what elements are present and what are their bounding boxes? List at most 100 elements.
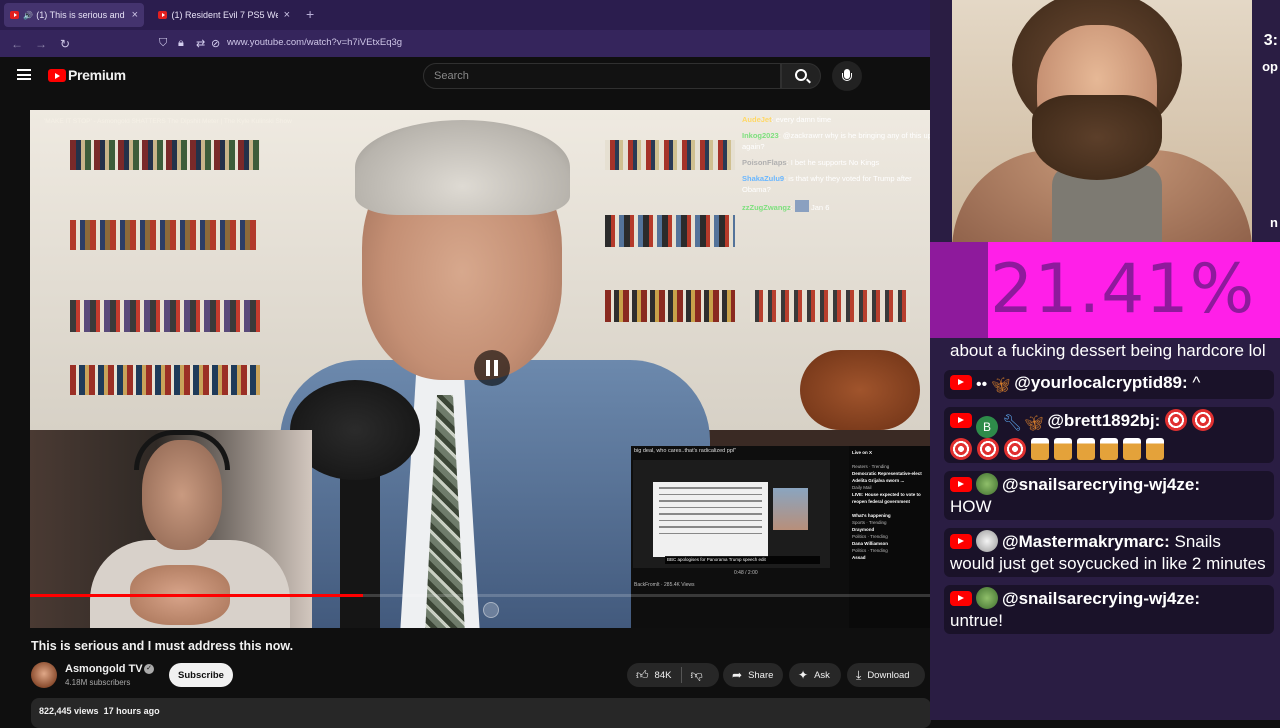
target-emote-icon	[1192, 409, 1215, 431]
chat-user: AudeJet	[742, 115, 772, 124]
url-field[interactable]: www.youtube.com/watch?v=h7iVEtxEq3g	[227, 37, 402, 48]
youtube-premium-logo[interactable]: Premium	[68, 67, 126, 83]
menu-icon[interactable]	[17, 69, 31, 80]
document-image	[653, 482, 768, 557]
person-photo	[773, 488, 808, 530]
chat-line: AudeJet: every damn time	[742, 115, 832, 124]
reload-icon[interactable]: ↻	[58, 37, 72, 51]
download-icon: ⤓	[856, 667, 862, 682]
pip-subtitle: BBC apologises for Panorama Trump speech…	[665, 556, 820, 564]
headset	[134, 430, 230, 470]
member-badge: B	[976, 416, 998, 438]
youtube-icon	[950, 534, 972, 549]
scrub-handle[interactable]	[483, 602, 499, 618]
back-icon[interactable]: ←	[10, 37, 24, 51]
shield-icon[interactable]: ⛉	[159, 37, 167, 50]
streamer-webcam	[30, 430, 312, 628]
permissions-icon[interactable]: ⇄	[196, 37, 205, 50]
download-button[interactable]: ⤓ Download	[847, 663, 925, 687]
pip-footer: BackFromIt · 285.4K Views	[634, 582, 695, 588]
butterfly-icon: 🦋︎	[1024, 415, 1044, 432]
chat-message: B 🔧︎ 🦋︎ @brett1892bj:	[944, 407, 1274, 463]
embedded-post-screenshot: big deal, who cares..that's radicalized …	[631, 446, 930, 628]
chat-line: zzZugZwangz: Jan 6	[742, 200, 930, 213]
stream-overlay-panel: 3: op n about a fucking dessert being ha…	[930, 0, 1280, 720]
share-icon: ➦	[732, 668, 743, 682]
tracking-icon[interactable]: ⊘	[211, 37, 220, 50]
pause-button[interactable]	[474, 350, 510, 386]
youtube-icon	[950, 413, 972, 428]
beer-emote-icon	[1031, 438, 1049, 460]
progress-fill	[30, 594, 363, 597]
video-progress-bar[interactable]	[30, 594, 930, 597]
percentage-value: 21.41%	[990, 250, 1256, 329]
thumbs-up-icon[interactable]: 👍︎	[636, 668, 649, 683]
frog-avatar-icon	[976, 473, 998, 495]
beer-emote-icon	[1123, 438, 1141, 460]
verified-icon: ✓	[144, 664, 154, 674]
white-avatar-icon	[976, 530, 998, 552]
percentage-banner: 21.41%	[930, 242, 1280, 338]
eyes-emote-icon: ••	[976, 376, 988, 393]
thumbs-down-icon[interactable]: 👎︎	[690, 668, 702, 683]
chat-line: Inkog2023: @zackrawrr why is he bringing…	[742, 131, 930, 151]
emote-icon	[794, 200, 809, 212]
chat-user: Inkog2023	[742, 131, 779, 140]
pip-time: 0:48 / 2:00	[734, 570, 758, 576]
like-dislike-group: 👍︎ 84K 👎︎	[627, 663, 719, 687]
frog-avatar-icon	[976, 587, 998, 609]
voice-search-button[interactable]	[832, 61, 862, 91]
stream-chat-log: about a fucking dessert being hardcore l…	[944, 322, 1274, 642]
lock-icon[interactable]: 🔒︎	[178, 37, 184, 50]
browser-tab[interactable]: (1) Resident Evil 7 PS5 Welcome ×	[152, 3, 296, 27]
cartoon-portrait	[952, 0, 1252, 242]
search-icon	[795, 69, 807, 81]
chat-message: @Mastermakrymarc: Snails would just get …	[944, 528, 1274, 577]
pip-caption: big deal, who cares..that's radicalized …	[634, 448, 737, 454]
butterfly-icon: 🦋︎	[991, 377, 1011, 394]
chat-message: @snailsarecrying-wj4ze: untrue!	[944, 585, 1274, 634]
youtube-favicon-icon	[10, 11, 20, 19]
chat-user: PoisonFlaps	[742, 158, 787, 167]
browser-tab-active[interactable]: 🔊 (1) This is serious and I must ×	[4, 3, 144, 27]
youtube-logo-icon[interactable]	[48, 69, 66, 82]
ask-button[interactable]: ✦ Ask	[789, 663, 841, 687]
video-player[interactable]: 'MAKE IT STOP' - Asmongold SHATTERS The …	[30, 110, 930, 628]
close-tab-icon[interactable]: ×	[284, 9, 290, 21]
chat-message: @snailsarecrying-wj4ze: HOW	[944, 471, 1274, 520]
share-button[interactable]: ➦ Share	[723, 663, 783, 687]
youtube-icon	[950, 375, 972, 390]
chat-user: zzZugZwangz	[742, 203, 791, 212]
subscribe-button[interactable]: Subscribe	[169, 663, 233, 687]
address-bar: ← → ↻ ⛉ 🔒︎ ⇄ ⊘ www.youtube.com/watch?v=h…	[0, 30, 930, 57]
beer-emote-icon	[1077, 438, 1095, 460]
search-button[interactable]	[781, 63, 821, 89]
tab-label: (1) This is serious and I must	[36, 10, 125, 20]
youtube-icon	[950, 591, 972, 606]
close-tab-icon[interactable]: ×	[132, 9, 138, 21]
target-emote-icon	[1004, 438, 1026, 460]
channel-avatar[interactable]	[31, 662, 57, 688]
subscriber-count: 4.18M subscribers	[65, 678, 131, 687]
chair	[800, 350, 920, 430]
new-tab-icon[interactable]: +	[306, 6, 314, 22]
description-box[interactable]	[31, 698, 931, 728]
sparkle-icon: ✦	[798, 668, 809, 682]
view-stats: 822,445 views 17 hours ago	[39, 706, 160, 716]
host-hair	[355, 120, 570, 215]
speaker-icon[interactable]: 🔊	[23, 11, 33, 20]
like-count[interactable]: 84K	[655, 670, 672, 681]
tab-label: (1) Resident Evil 7 PS5 Welcome	[171, 10, 277, 20]
embedded-stream-chat: AudeJet: every damn time Inkog2023: @zac…	[742, 114, 930, 218]
search-input[interactable]	[434, 70, 764, 82]
target-emote-icon	[977, 438, 999, 460]
youtube-favicon-icon	[158, 11, 168, 19]
target-emote-icon	[950, 438, 972, 460]
forward-icon[interactable]: →	[34, 37, 48, 51]
channel-name[interactable]: Asmongold TV	[65, 663, 143, 675]
beer-emote-icon	[1054, 438, 1072, 460]
wrench-icon: 🔧︎	[1002, 415, 1023, 432]
search-box[interactable]	[423, 63, 781, 89]
youtube-icon	[950, 477, 972, 492]
browser-tab-bar: 🔊 (1) This is serious and I must × (1) R…	[0, 0, 930, 30]
